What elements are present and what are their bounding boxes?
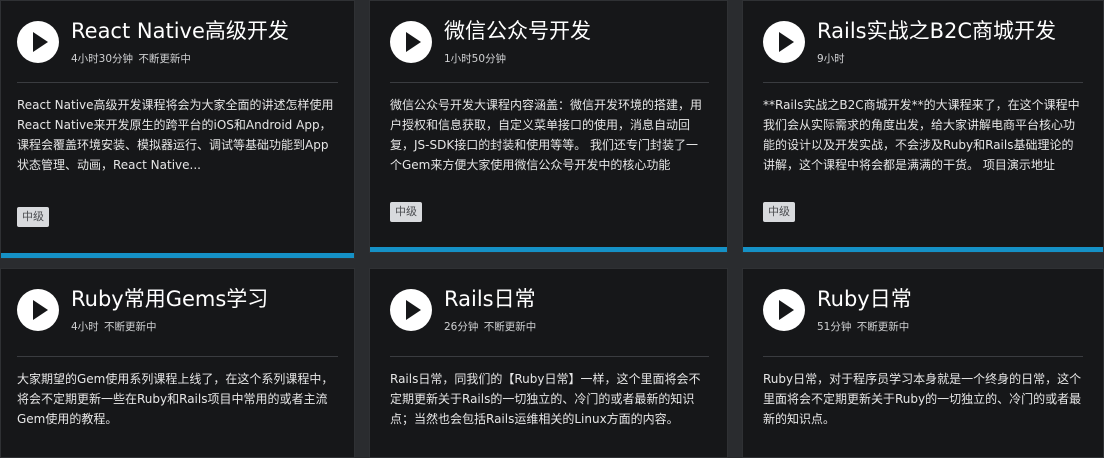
course-title[interactable]: Rails实战之B2C商城开发 xyxy=(817,17,1056,45)
course-duration: 1小时50分钟 xyxy=(444,53,507,65)
play-icon[interactable] xyxy=(763,289,805,331)
update-status: 不断更新中 xyxy=(483,321,537,333)
course-header: 微信公众号开发 1小时50分钟 xyxy=(390,17,711,81)
course-meta: 26分钟 不断更新中 xyxy=(444,320,536,334)
course-title[interactable]: Ruby常用Gems学习 xyxy=(71,285,268,313)
course-card-ruby-gems[interactable]: Ruby常用Gems学习 4小时 不断更新中 大家期望的Gem使用系列课程上线了… xyxy=(0,268,355,458)
course-meta: 4小时30分钟 不断更新中 xyxy=(71,52,191,66)
course-description: Ruby日常，对于程序员学习本身就是一个终身的日常，这个里面将会不定期更新关于R… xyxy=(763,372,1082,426)
course-title[interactable]: Rails日常 xyxy=(444,285,536,313)
course-meta: 4小时 不断更新中 xyxy=(71,320,157,334)
course-description: 微信公众号开发大课程内容涵盖：微信开发环境的搭建，用户授权和信息获取，自定义菜单… xyxy=(390,98,703,172)
course-card-rails-daily[interactable]: Rails日常 26分钟 不断更新中 Rails日常，同我们的【Ruby日常】一… xyxy=(369,268,728,458)
course-header: Ruby日常 51分钟 不断更新中 xyxy=(763,285,1087,349)
course-duration: 26分钟 xyxy=(444,321,479,333)
course-header: Rails日常 26分钟 不断更新中 xyxy=(390,285,711,349)
course-meta: 9小时 xyxy=(817,52,845,66)
course-meta: 1小时50分钟 xyxy=(444,52,506,66)
play-icon[interactable] xyxy=(390,21,432,63)
play-icon[interactable] xyxy=(390,289,432,331)
course-card-wechat[interactable]: 微信公众号开发 1小时50分钟 微信公众号开发大课程内容涵盖：微信开发环境的搭建… xyxy=(369,0,728,253)
level-badge: 中级 xyxy=(17,207,49,227)
course-title[interactable]: React Native高级开发 xyxy=(71,17,289,45)
play-icon[interactable] xyxy=(17,289,59,331)
course-card-rails-b2c[interactable]: Rails实战之B2C商城开发 9小时 **Rails实战之B2C商城开发**的… xyxy=(742,0,1104,253)
course-description: Rails日常，同我们的【Ruby日常】一样，这个里面将会不定期更新关于Rail… xyxy=(390,372,701,426)
divider xyxy=(17,356,338,357)
course-title[interactable]: Ruby日常 xyxy=(817,285,912,313)
course-description: **Rails实战之B2C商城开发**的大课程来了，在这个课程中我们会从实际需求… xyxy=(763,98,1080,172)
course-header: Ruby常用Gems学习 4小时 不断更新中 xyxy=(17,285,338,349)
course-card-react-native[interactable]: React Native高级开发 4小时30分钟 不断更新中 React Nat… xyxy=(0,0,355,259)
update-status: 不断更新中 xyxy=(138,53,191,65)
course-header: Rails实战之B2C商城开发 9小时 xyxy=(763,17,1087,81)
course-header: React Native高级开发 4小时30分钟 不断更新中 xyxy=(17,17,338,81)
update-status: 不断更新中 xyxy=(104,321,157,333)
course-meta: 51分钟 不断更新中 xyxy=(817,320,909,334)
play-icon[interactable] xyxy=(763,21,805,63)
divider xyxy=(763,356,1083,357)
course-duration: 9小时 xyxy=(817,53,845,65)
update-status: 不断更新中 xyxy=(856,321,910,333)
divider xyxy=(763,82,1083,83)
level-badge: 中级 xyxy=(390,202,422,222)
course-title[interactable]: 微信公众号开发 xyxy=(444,17,591,45)
divider xyxy=(390,82,709,83)
divider xyxy=(390,356,709,357)
course-description: React Native高级开发课程将会为大家全面的讲述怎样使用React Na… xyxy=(17,98,334,172)
course-description: 大家期望的Gem使用系列课程上线了，在这个系列课程中，将会不定期更新一些在Rub… xyxy=(17,372,334,426)
course-card-ruby-daily[interactable]: Ruby日常 51分钟 不断更新中 Ruby日常，对于程序员学习本身就是一个终身… xyxy=(742,268,1104,458)
course-duration: 4小时 xyxy=(71,321,99,333)
card-accent-bar xyxy=(370,247,727,252)
divider xyxy=(17,82,338,83)
level-badge: 中级 xyxy=(763,202,795,222)
course-duration: 4小时30分钟 xyxy=(71,53,134,65)
card-accent-bar xyxy=(1,253,354,258)
play-icon[interactable] xyxy=(17,21,59,63)
course-duration: 51分钟 xyxy=(817,321,852,333)
card-accent-bar xyxy=(743,247,1103,252)
